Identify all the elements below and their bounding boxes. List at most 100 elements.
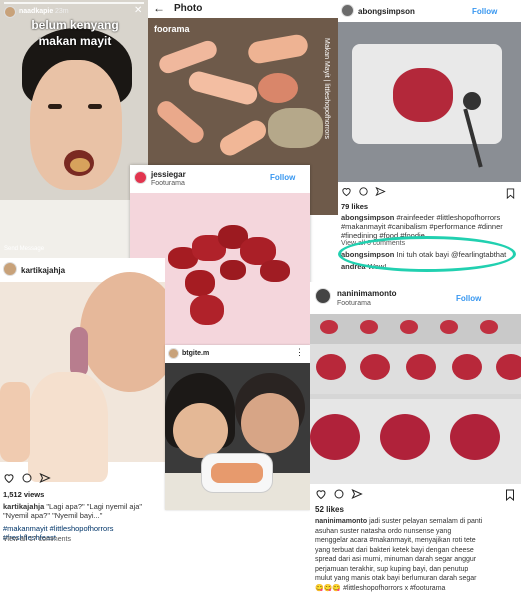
- brain: [380, 414, 430, 460]
- brain: [400, 320, 418, 334]
- story-text-line1: belum kenyang: [31, 18, 119, 32]
- caption-username[interactable]: naninimamonto: [315, 518, 367, 525]
- plate-food: [268, 108, 323, 148]
- post-username[interactable]: naninimamonto: [337, 289, 397, 298]
- brain: [480, 320, 498, 334]
- avatar[interactable]: [134, 171, 147, 184]
- hand: [0, 382, 30, 462]
- view-comments-link[interactable]: View all 17 comments: [3, 536, 71, 543]
- likes-count: 52 likes: [315, 505, 344, 514]
- meat-piece: [260, 260, 290, 282]
- post-photo: [0, 272, 165, 482]
- meat-piece: [190, 295, 224, 325]
- caption-line: 😋😋😋 #littleshopofhorrors x #footurama: [315, 584, 446, 592]
- hand-shape: [156, 38, 220, 76]
- send-message-input[interactable]: Send Message: [4, 246, 44, 252]
- post-photo: [338, 22, 521, 182]
- bookmark-icon[interactable]: [505, 488, 515, 506]
- post-location[interactable]: Footurama: [337, 300, 371, 307]
- caption-line: yang terbuat dari bakteri ketek bayi den…: [315, 546, 474, 554]
- post-username[interactable]: abongsimpson: [358, 7, 415, 16]
- story-avatar[interactable]: [4, 6, 16, 18]
- highlight-circle: [338, 236, 516, 272]
- hand-shape: [246, 32, 310, 66]
- comment-icon[interactable]: [358, 186, 369, 197]
- caption-line: perjamuan terakhir, sup kuping bayi, dan…: [315, 565, 469, 573]
- brain: [452, 354, 482, 380]
- story-username[interactable]: naadkapie: [19, 8, 53, 15]
- hand: [28, 372, 108, 482]
- post-photo: [310, 314, 521, 484]
- brain: [310, 414, 360, 460]
- post-username[interactable]: kartikajahja: [21, 266, 65, 275]
- brain: [360, 320, 378, 334]
- caption-line: mulut yang manis otak bayi berlumuran da…: [315, 575, 477, 582]
- comment-icon[interactable]: [333, 488, 345, 500]
- caption-line: asuhan suster natasha ordo nunsense yang: [315, 527, 452, 535]
- caption-username[interactable]: kartikajahja: [3, 502, 44, 511]
- story-eye-left: [48, 104, 62, 109]
- heart-icon[interactable]: [341, 186, 352, 197]
- share-icon[interactable]: [375, 186, 386, 197]
- post-username[interactable]: btgite.m: [182, 350, 209, 357]
- story-time: 23m: [55, 8, 69, 15]
- brain: [316, 354, 346, 380]
- photo-username[interactable]: foorama: [154, 24, 190, 34]
- brain: [450, 414, 500, 460]
- heart-icon[interactable]: [315, 488, 327, 500]
- plate-food: [258, 73, 298, 103]
- more-options-icon[interactable]: ⋮: [295, 347, 304, 358]
- story-food: [70, 158, 90, 172]
- nanin-post-panel: naninimamonto Footurama Follow 52 likes …: [310, 282, 521, 597]
- brain: [496, 354, 521, 380]
- close-icon[interactable]: ✕: [134, 6, 142, 16]
- avatar[interactable]: [3, 262, 17, 276]
- brain: [440, 320, 458, 334]
- meat-piece: [185, 270, 215, 296]
- child-face: [173, 403, 228, 458]
- views-count: 1,512 views: [3, 490, 45, 499]
- kartika-post-panel: kartikajahja 1,512 views kartikajahja "L…: [0, 258, 165, 597]
- finger-food: [70, 327, 88, 377]
- share-icon[interactable]: [39, 472, 51, 484]
- brain-dessert: [393, 68, 453, 122]
- btg-post-panel: btgite.m ⋮: [165, 345, 310, 510]
- post-actions: [3, 472, 51, 484]
- meat-piece: [220, 260, 246, 280]
- story-panel: naadkapie 23m ✕ belum kenyang makan mayi…: [0, 0, 148, 258]
- story-eye-right: [88, 104, 102, 109]
- bookmark-icon[interactable]: [506, 186, 515, 204]
- comment-icon[interactable]: [21, 472, 33, 484]
- back-arrow-icon[interactable]: ←: [153, 2, 165, 14]
- post-location[interactable]: Footurama: [151, 180, 185, 187]
- photo-side-text: Makan Mayit | littleshopofhorrors: [323, 38, 330, 140]
- caption-line: menggelar acara #makanmayit, menyajikan …: [315, 537, 476, 544]
- follow-button[interactable]: Follow: [472, 7, 497, 16]
- caption: naninimamonto jadi suster pelayan semala…: [315, 517, 519, 593]
- post-username[interactable]: jessiegar: [151, 170, 186, 179]
- avatar[interactable]: [315, 288, 331, 304]
- brain: [320, 320, 338, 334]
- follow-button[interactable]: Follow: [270, 173, 295, 182]
- story-progress-bar: [4, 2, 144, 4]
- brain: [360, 354, 390, 380]
- hand-shape: [216, 116, 270, 160]
- follow-button[interactable]: Follow: [456, 294, 481, 303]
- post-actions: [341, 186, 386, 197]
- avatar[interactable]: [341, 4, 354, 17]
- person-face: [80, 272, 165, 392]
- hand-shape: [186, 69, 260, 107]
- share-icon[interactable]: [351, 488, 363, 500]
- likes-count: 79 likes: [341, 202, 369, 211]
- hand-shape: [153, 97, 208, 147]
- heart-icon[interactable]: [3, 472, 15, 484]
- brain: [406, 354, 436, 380]
- caption-line: jadi suster pelayan semalam di panti: [369, 518, 483, 525]
- avatar[interactable]: [168, 348, 179, 359]
- spoon: [463, 92, 481, 110]
- woman-face: [241, 393, 299, 453]
- food-pieces: [211, 463, 263, 483]
- post-photo: [165, 363, 310, 510]
- abong-post-panel: abongsimpson Follow 79 likes abongsimpso…: [338, 0, 521, 300]
- caption-username[interactable]: abongsimpson: [341, 213, 394, 222]
